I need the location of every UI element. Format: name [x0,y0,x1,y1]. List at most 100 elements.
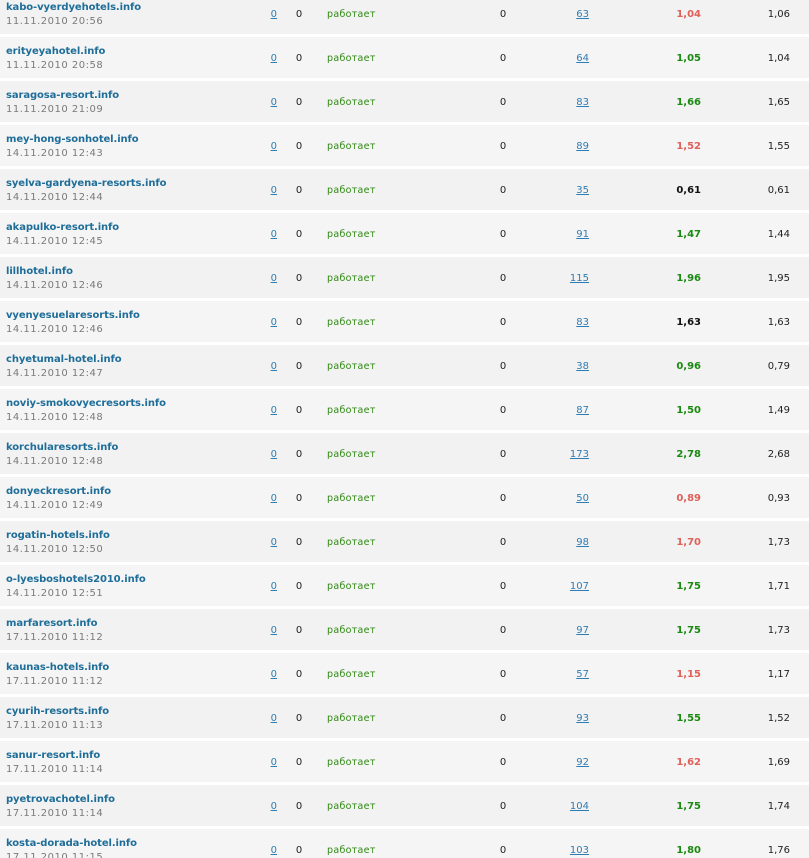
site-name-link[interactable]: sanur-resort.info [6,749,103,762]
ratio-value: 1,15 [676,669,701,680]
table-row: cyurih-resorts.info 17.11.2010 11:13 0 0… [0,697,809,741]
site-date: 17.11.2010 11:12 [6,632,104,643]
ratio-value: 0,61 [676,185,701,196]
site-name-link[interactable]: o-lyesboshotels2010.info [6,573,146,586]
status-text: работает [327,537,376,548]
site-name-link[interactable]: vyenyesuelaresorts.info [6,309,140,322]
site-date: 14.11.2010 12:45 [6,236,104,247]
pages-count-link[interactable]: 173 [570,449,589,460]
links-cell: 0 [262,844,277,857]
links-cell: 0 [262,800,277,813]
links-count-link[interactable]: 0 [271,757,277,768]
site-cell: sanur-resort.info 17.11.2010 11:14 [6,749,103,776]
links-count-link[interactable]: 0 [271,405,277,416]
pages-count-link[interactable]: 83 [576,317,589,328]
pages-count-link[interactable]: 115 [570,273,589,284]
site-name-link[interactable]: donyeckresort.info [6,485,111,498]
site-name-link[interactable]: kabo-vyerdyehotels.info [6,1,141,14]
pages-count-link[interactable]: 89 [576,141,589,152]
site-name-link[interactable]: rogatin-hotels.info [6,529,110,542]
ratio-previous-value: 1,65 [767,97,790,108]
pages-count-link[interactable]: 91 [576,229,589,240]
links-count-link[interactable]: 0 [271,669,277,680]
site-name-link[interactable]: akapulko-resort.info [6,221,119,234]
pages-count-link[interactable]: 57 [576,669,589,680]
pages-count-link[interactable]: 87 [576,405,589,416]
links-count-link[interactable]: 0 [271,317,277,328]
pages-count-link[interactable]: 107 [570,581,589,592]
ratio-value: 0,89 [676,493,701,504]
site-cell: kabo-vyerdyehotels.info 11.11.2010 20:56 [6,1,141,28]
links-count-link[interactable]: 0 [271,185,277,196]
site-name-link[interactable]: marfaresort.info [6,617,103,630]
count-cell: 35 [555,184,589,197]
pages-count-link[interactable]: 104 [570,801,589,812]
site-date: 17.11.2010 11:12 [6,676,104,687]
links-count-link[interactable]: 0 [271,845,277,856]
count-cell: 50 [555,492,589,505]
pages-count-link[interactable]: 63 [576,9,589,20]
pages-count-link[interactable]: 64 [576,53,589,64]
site-name-link[interactable]: lillhotel.info [6,265,103,278]
links-count-link[interactable]: 0 [271,273,277,284]
site-date: 14.11.2010 12:48 [6,412,104,423]
site-name-link[interactable]: cyurih-resorts.info [6,705,109,718]
status-text: работает [327,141,376,152]
links-count-link[interactable]: 0 [271,53,277,64]
status-text: работает [327,581,376,592]
site-name-link[interactable]: korchularesorts.info [6,441,118,454]
ratio-previous-value: 0,79 [767,361,790,372]
site-name-link[interactable]: saragosa-resort.info [6,89,119,102]
site-name-link[interactable]: pyetrovachotel.info [6,793,115,806]
pages-count-link[interactable]: 38 [576,361,589,372]
count-cell: 98 [555,536,589,549]
pages-count-link[interactable]: 50 [576,493,589,504]
links-count-link[interactable]: 0 [271,493,277,504]
pages-count-link[interactable]: 97 [576,625,589,636]
links-count-link[interactable]: 0 [271,713,277,724]
links-cell: 0 [262,668,277,681]
links-count-link[interactable]: 0 [271,229,277,240]
site-cell: cyurih-resorts.info 17.11.2010 11:13 [6,705,109,732]
zero-value-2: 0 [499,669,507,680]
links-count-link[interactable]: 0 [271,801,277,812]
pages-count-link[interactable]: 35 [576,185,589,196]
ratio-previous-value: 1,71 [767,581,790,592]
links-cell: 0 [262,184,277,197]
pages-count-link[interactable]: 103 [570,845,589,856]
zero-value-2: 0 [499,361,507,372]
links-count-link[interactable]: 0 [271,141,277,152]
site-name-link[interactable]: noviy-smokovyecresorts.info [6,397,166,410]
zero-value-1: 0 [295,317,303,328]
ratio-value: 1,75 [676,801,701,812]
ratio-previous-value: 1,55 [767,141,790,152]
links-count-link[interactable]: 0 [271,537,277,548]
site-date: 14.11.2010 12:46 [6,324,104,335]
count-cell: 57 [555,668,589,681]
table-row: vyenyesuelaresorts.info 14.11.2010 12:46… [0,301,809,345]
links-count-link[interactable]: 0 [271,449,277,460]
links-count-link[interactable]: 0 [271,625,277,636]
site-name-link[interactable]: mey-hong-sonhotel.info [6,133,139,146]
site-cell: erityeyahotel.info 11.11.2010 20:58 [6,45,105,72]
links-count-link[interactable]: 0 [271,361,277,372]
count-cell: 115 [555,272,589,285]
pages-count-link[interactable]: 92 [576,757,589,768]
site-name-link[interactable]: syelva-gardyena-resorts.info [6,177,166,190]
pages-count-link[interactable]: 93 [576,713,589,724]
pages-count-link[interactable]: 98 [576,537,589,548]
pages-count-link[interactable]: 83 [576,97,589,108]
site-name-link[interactable]: kosta-dorada-hotel.info [6,837,137,850]
site-name-link[interactable]: kaunas-hotels.info [6,661,109,674]
ratio-value: 1,05 [676,53,701,64]
site-name-link[interactable]: erityeyahotel.info [6,45,105,58]
links-count-link[interactable]: 0 [271,97,277,108]
links-count-link[interactable]: 0 [271,9,277,20]
site-name-link[interactable]: chyetumal-hotel.info [6,353,122,366]
ratio-previous-value: 1,73 [767,625,790,636]
links-count-link[interactable]: 0 [271,581,277,592]
status-text: работает [327,9,376,20]
count-cell: 87 [555,404,589,417]
count-cell: 92 [555,756,589,769]
zero-value-1: 0 [295,273,303,284]
